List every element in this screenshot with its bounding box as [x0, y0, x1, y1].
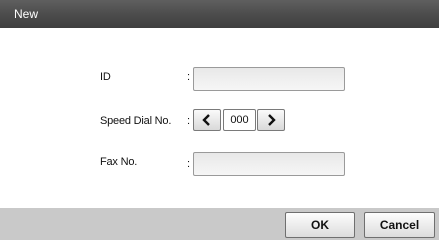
speed-dial-increment-button[interactable] [257, 109, 285, 131]
speed-dial-value: 000 [223, 109, 256, 131]
chevron-right-icon [266, 114, 276, 126]
cancel-button[interactable]: Cancel [364, 212, 435, 238]
button-bar: OK Cancel [0, 208, 439, 240]
fax-label: Fax No. [100, 156, 138, 168]
fax-colon: : [187, 158, 191, 170]
speed-dial-colon: : [187, 115, 191, 127]
id-colon: : [187, 71, 191, 83]
chevron-left-icon [202, 114, 212, 126]
fax-field[interactable] [193, 152, 345, 176]
speed-dial-decrement-button[interactable] [193, 109, 221, 131]
ok-button[interactable]: OK [285, 212, 355, 238]
id-field[interactable] [193, 67, 345, 91]
speed-dial-label: Speed Dial No. [100, 115, 172, 127]
id-label: ID [100, 71, 111, 83]
window-title-bar: New [0, 0, 439, 28]
window-title: New [14, 7, 39, 21]
new-entry-dialog: New ID : Speed Dial No. : 000 Fax No. : … [0, 0, 439, 240]
